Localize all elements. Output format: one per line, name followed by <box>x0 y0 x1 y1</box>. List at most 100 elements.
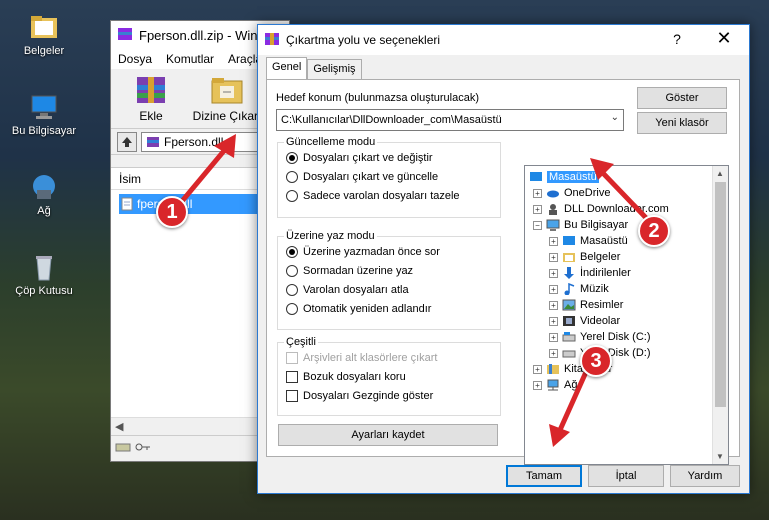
tab-advanced[interactable]: Gelişmiş <box>307 59 362 79</box>
tree-item-dll-downloader[interactable]: + DLL Downloader.com <box>533 201 669 217</box>
expand-icon[interactable]: + <box>533 204 542 214</box>
expand-icon[interactable]: + <box>533 364 542 374</box>
up-folder-button[interactable] <box>117 131 137 152</box>
desktop-icon-network[interactable]: Ağ <box>4 172 84 217</box>
overwrite-option-overwrite[interactable]: Sormadan üzerine yaz <box>278 261 500 280</box>
option-label: Otomatik yeniden adlandır <box>303 302 432 315</box>
cloud-icon <box>547 190 559 198</box>
drive-icon[interactable] <box>115 442 131 455</box>
radio-button[interactable] <box>286 283 298 296</box>
radio-button[interactable] <box>286 302 298 315</box>
tab-general[interactable]: Genel <box>266 57 308 79</box>
expand-icon[interactable]: + <box>549 348 558 358</box>
save-settings-button[interactable]: Ayarları kaydet <box>278 424 498 446</box>
tree-item-downloads[interactable]: + İndirilenler <box>549 265 631 281</box>
extract-to-button[interactable]: Dizine Çıkart <box>191 73 263 128</box>
show-button[interactable]: Göster <box>637 87 727 109</box>
help-question-icon[interactable]: ? <box>669 31 685 47</box>
tree-item-videos[interactable]: + Videolar <box>549 313 620 329</box>
file-row[interactable]: fperson.dll <box>119 194 269 214</box>
desktop-icon-this-pc[interactable]: Bu Bilgisayar <box>4 92 84 137</box>
expand-icon[interactable]: + <box>549 252 558 262</box>
key-icon[interactable] <box>135 442 151 455</box>
expand-icon[interactable]: + <box>549 284 558 294</box>
collapse-icon[interactable]: − <box>533 220 542 230</box>
tree-label: Masaüstü <box>547 171 599 183</box>
radio-button[interactable] <box>286 151 298 164</box>
misc-option-keep-broken[interactable]: Bozuk dosyaları koru <box>278 367 500 386</box>
tree-item-onedrive[interactable]: + OneDrive <box>533 185 610 201</box>
desktop-icon-documents[interactable]: Belgeler <box>4 12 84 57</box>
desktop-icon <box>530 172 542 181</box>
menu-item-commands[interactable]: Komutlar <box>166 52 214 66</box>
expand-icon[interactable]: + <box>549 300 558 310</box>
tree-item-pc-desktop[interactable]: + Masaüstü <box>549 233 628 249</box>
menu-item-file[interactable]: Dosya <box>118 52 152 66</box>
scroll-down-icon[interactable]: ▼ <box>716 452 724 461</box>
tree-item-pictures[interactable]: + Resimler <box>549 297 623 313</box>
checkbox[interactable] <box>286 389 298 402</box>
tree-item-music[interactable]: + Müzik <box>549 281 609 297</box>
dialog-titlebar[interactable]: Çıkartma yolu ve seçenekleri ? ✕ <box>258 25 749 55</box>
folder-tree[interactable]: Masaüstü + OneDrive + DLL Downloader.com… <box>524 165 729 465</box>
checkbox[interactable] <box>286 370 298 383</box>
expand-icon[interactable]: + <box>549 316 558 326</box>
misc-option-show-in-explorer[interactable]: Dosyaları Gezginde göster <box>278 386 500 405</box>
overwrite-mode-group: Üzerine yaz modu Üzerine yazmadan önce s… <box>277 230 501 330</box>
scroll-thumb[interactable] <box>715 182 726 407</box>
tree-vertical-scrollbar[interactable]: ▲ ▼ <box>712 166 728 464</box>
overwrite-option-rename[interactable]: Otomatik yeniden adlandır <box>278 299 500 318</box>
desktop-icon <box>563 236 575 245</box>
new-folder-button[interactable]: Yeni klasör <box>637 112 727 134</box>
scroll-left-icon[interactable]: ◀ <box>115 420 123 433</box>
tree-item-documents[interactable]: + Belgeler <box>549 249 620 265</box>
option-label: Arşivleri alt klasörlere çıkart <box>303 351 438 364</box>
add-button[interactable]: Ekle <box>121 73 181 128</box>
expand-icon[interactable]: + <box>549 236 558 246</box>
tree-label: Masaüstü <box>580 235 628 247</box>
option-label: Varolan dosyaları atla <box>303 283 409 296</box>
destination-path-combo[interactable]: C:\Kullanıcılar\DllDownloader_com\Masaüs… <box>276 109 624 131</box>
radio-button[interactable] <box>286 245 298 258</box>
extract-to-label: Dizine Çıkart <box>192 109 262 123</box>
winrar-logo-icon <box>264 31 280 50</box>
radio-button[interactable] <box>286 264 298 277</box>
help-button[interactable]: Yardım <box>670 465 740 487</box>
archive-path-text: Fperson.dll <box>164 134 224 149</box>
option-label: Sormadan üzerine yaz <box>303 264 414 277</box>
option-label: Dosyaları Gezginde göster <box>303 389 434 402</box>
tree-item-desktop[interactable]: Masaüstü <box>529 169 599 185</box>
expand-icon[interactable]: + <box>549 332 558 342</box>
add-label: Ekle <box>139 109 163 123</box>
expand-icon[interactable]: + <box>549 268 558 278</box>
scroll-up-icon[interactable]: ▲ <box>716 169 724 178</box>
network-icon <box>547 379 559 391</box>
cancel-button[interactable]: İptal <box>588 465 664 487</box>
update-option-freshen[interactable]: Sadece varolan dosyaları tazele <box>278 186 500 205</box>
update-option-replace[interactable]: Dosyaları çıkart ve değiştir <box>278 148 500 167</box>
winrar-title: Fperson.dll.zip - Win <box>139 27 258 43</box>
folder-icon <box>28 12 60 42</box>
radio-button[interactable] <box>286 189 298 202</box>
desktop-icon-recycle-bin[interactable]: Çöp Kutusu <box>4 252 84 297</box>
network-icon <box>28 172 60 202</box>
tree-item-this-pc[interactable]: − Bu Bilgisayar <box>533 217 628 233</box>
desktop-icon-label: Belgeler <box>23 45 65 57</box>
desktop-icon-label: Ağ <box>37 205 51 217</box>
radio-button[interactable] <box>286 170 298 183</box>
overwrite-option-skip[interactable]: Varolan dosyaları atla <box>278 280 500 299</box>
close-icon[interactable]: ✕ <box>713 28 735 49</box>
expand-icon[interactable]: + <box>533 188 542 198</box>
ok-button[interactable]: Tamam <box>506 465 582 487</box>
tree-item-disk-c[interactable]: + Yerel Disk (C:) <box>549 329 651 345</box>
overwrite-option-ask[interactable]: Üzerine yazmadan önce sor <box>278 242 500 261</box>
desktop-icon-label: Çöp Kutusu <box>15 285 73 297</box>
chevron-down-icon[interactable]: ⌄ <box>611 112 619 123</box>
destination-label: Hedef konum (bulunmazsa oluşturulacak) <box>276 92 479 104</box>
expand-icon[interactable]: + <box>533 380 542 390</box>
misc-option-subfolders: Arşivleri alt klasörlere çıkart <box>278 348 500 367</box>
music-note-icon <box>564 283 575 295</box>
file-icon <box>121 197 133 211</box>
tree-item-network[interactable]: + Ağ <box>533 377 577 393</box>
update-option-update[interactable]: Dosyaları çıkart ve güncelle <box>278 167 500 186</box>
